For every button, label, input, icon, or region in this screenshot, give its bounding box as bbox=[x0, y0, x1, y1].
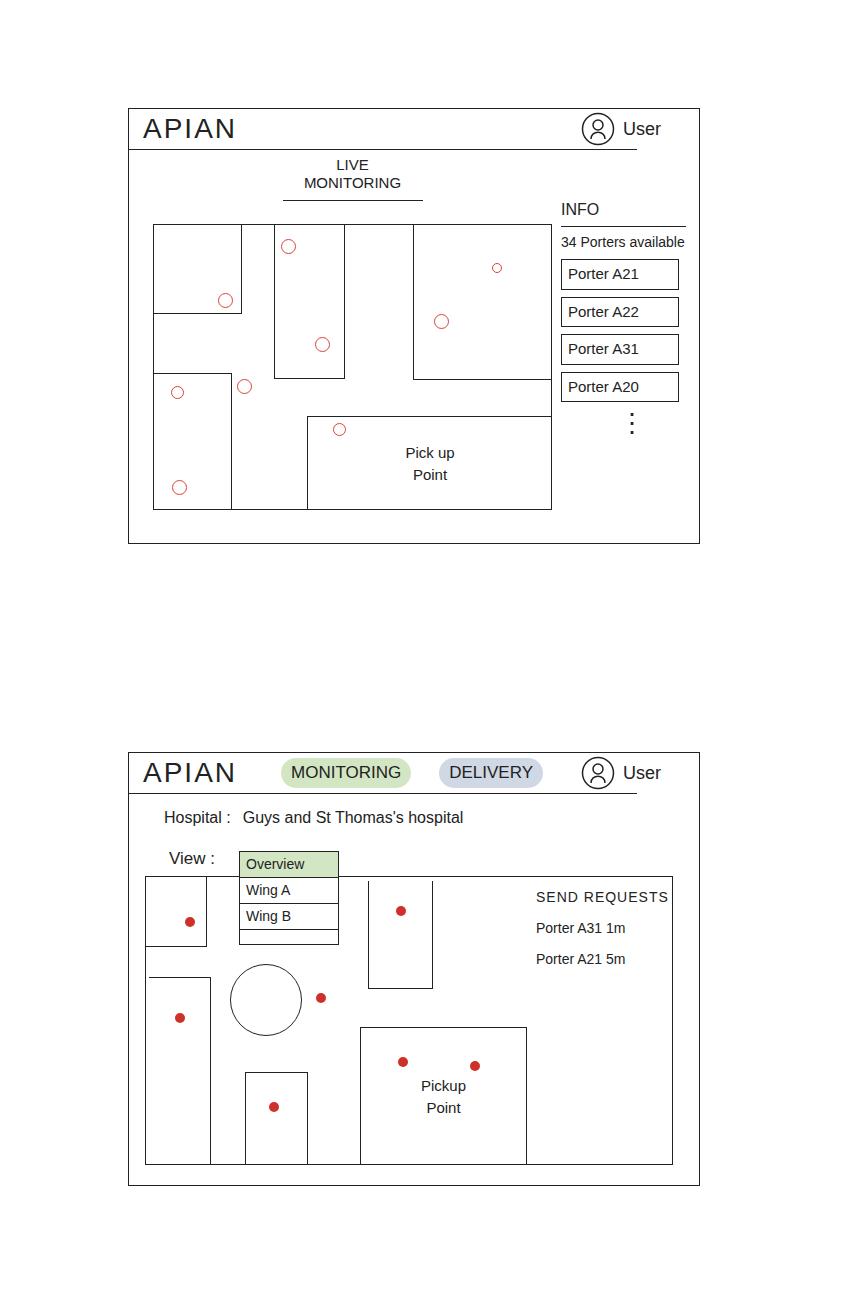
logo: APIAN bbox=[143, 115, 237, 143]
title-block: LIVE MONITORING bbox=[153, 150, 552, 224]
porter-pin[interactable] bbox=[218, 293, 233, 308]
view-option-empty bbox=[240, 930, 338, 944]
user-icon bbox=[581, 112, 615, 146]
porter-button[interactable]: Porter A20 bbox=[561, 372, 679, 403]
header-divider bbox=[129, 793, 637, 794]
porter-button[interactable]: Porter A22 bbox=[561, 297, 679, 328]
nav-tabs: MONITORING DELIVERY bbox=[281, 758, 543, 788]
view-option[interactable]: Wing A bbox=[240, 878, 338, 904]
porter-pin[interactable] bbox=[315, 337, 330, 352]
room bbox=[146, 877, 207, 947]
room bbox=[149, 977, 211, 1165]
porter-pin[interactable] bbox=[470, 1061, 480, 1071]
pickup-label: Pickup Point bbox=[409, 1075, 479, 1119]
porter-pin[interactable] bbox=[396, 906, 406, 916]
send-requests-panel: SEND REQUESTS Porter A31 1m Porter A21 5m bbox=[536, 887, 670, 970]
body: LIVE MONITORING Pick up Point INFO 34 Porte… bbox=[129, 150, 699, 510]
view-option[interactable]: Wing B bbox=[240, 904, 338, 930]
porter-pin[interactable] bbox=[237, 379, 252, 394]
porter-pin[interactable] bbox=[492, 263, 502, 273]
porter-pin[interactable] bbox=[333, 423, 346, 436]
view-option[interactable]: Overview bbox=[240, 852, 338, 878]
info-heading: INFO bbox=[561, 198, 686, 227]
porter-count: 34 Porters available bbox=[561, 231, 686, 253]
header: APIAN User bbox=[129, 109, 699, 149]
more-indicator: ⋮ bbox=[619, 408, 686, 438]
hospital-row: Hospital : Guys and St Thomas's hospital bbox=[129, 794, 699, 830]
view-label: View : bbox=[169, 849, 215, 868]
delivery-monitoring-screen: APIAN MONITORING DELIVERY User Hospital : Guy… bbox=[128, 752, 700, 1186]
porter-button[interactable]: Porter A21 bbox=[561, 259, 679, 290]
requests-heading: SEND REQUESTS bbox=[536, 887, 670, 908]
room bbox=[154, 373, 232, 510]
porter-pin[interactable] bbox=[171, 386, 184, 399]
porter-pin[interactable] bbox=[175, 1013, 185, 1023]
porter-pin[interactable] bbox=[269, 1102, 279, 1112]
porter-pin[interactable] bbox=[172, 480, 187, 495]
porter-pin[interactable] bbox=[316, 993, 326, 1003]
header-divider bbox=[129, 149, 637, 150]
view-dropdown[interactable]: OverviewWing AWing B bbox=[239, 851, 339, 945]
user-label: User bbox=[623, 760, 661, 787]
room bbox=[413, 225, 552, 380]
porter-button[interactable]: Porter A31 bbox=[561, 334, 679, 365]
page: APIAN User LIVE MONITORING Pick up Point INF… bbox=[0, 0, 850, 1300]
logo: APIAN bbox=[143, 759, 237, 787]
porter-pin[interactable] bbox=[398, 1057, 408, 1067]
header: APIAN MONITORING DELIVERY User bbox=[129, 753, 699, 793]
nav-tab[interactable]: MONITORING bbox=[281, 758, 411, 788]
room bbox=[245, 1072, 308, 1165]
room bbox=[274, 225, 345, 379]
map: Pickup Point SEND REQUESTS Porter A31 1m Po… bbox=[145, 876, 673, 1165]
hospital-label: Hospital : bbox=[164, 806, 231, 830]
map: Pick up Point bbox=[153, 224, 552, 510]
live-monitoring-screen: APIAN User LIVE MONITORING Pick up Point INF… bbox=[128, 108, 700, 544]
porter-pin[interactable] bbox=[185, 917, 195, 927]
roundabout bbox=[230, 964, 302, 1036]
room bbox=[368, 881, 433, 989]
pickup-point[interactable]: Pickup Point bbox=[360, 1027, 527, 1165]
user-label: User bbox=[623, 116, 661, 143]
request-item[interactable]: Porter A31 1m bbox=[536, 918, 670, 939]
porter-list: Porter A21 Porter A22 Porter A31 Porter A20 bbox=[561, 259, 686, 402]
pickup-point[interactable]: Pick up Point bbox=[307, 416, 552, 510]
request-item[interactable]: Porter A21 5m bbox=[536, 949, 670, 970]
room bbox=[154, 225, 242, 314]
user-icon bbox=[581, 756, 615, 790]
user-menu[interactable]: User bbox=[581, 756, 661, 790]
pickup-label: Pick up Point bbox=[390, 442, 470, 486]
page-title: LIVE MONITORING bbox=[283, 156, 423, 201]
map-column: LIVE MONITORING Pick up Point bbox=[153, 150, 552, 510]
user-menu[interactable]: User bbox=[581, 112, 661, 146]
porter-pin[interactable] bbox=[434, 314, 449, 329]
porter-pin[interactable] bbox=[281, 239, 296, 254]
info-panel: INFO34 Porters availablePorter A21Porter… bbox=[561, 150, 686, 510]
view-row: View : bbox=[129, 830, 699, 876]
nav-tab[interactable]: DELIVERY bbox=[439, 758, 543, 788]
hospital-value: Guys and St Thomas's hospital bbox=[243, 806, 464, 830]
